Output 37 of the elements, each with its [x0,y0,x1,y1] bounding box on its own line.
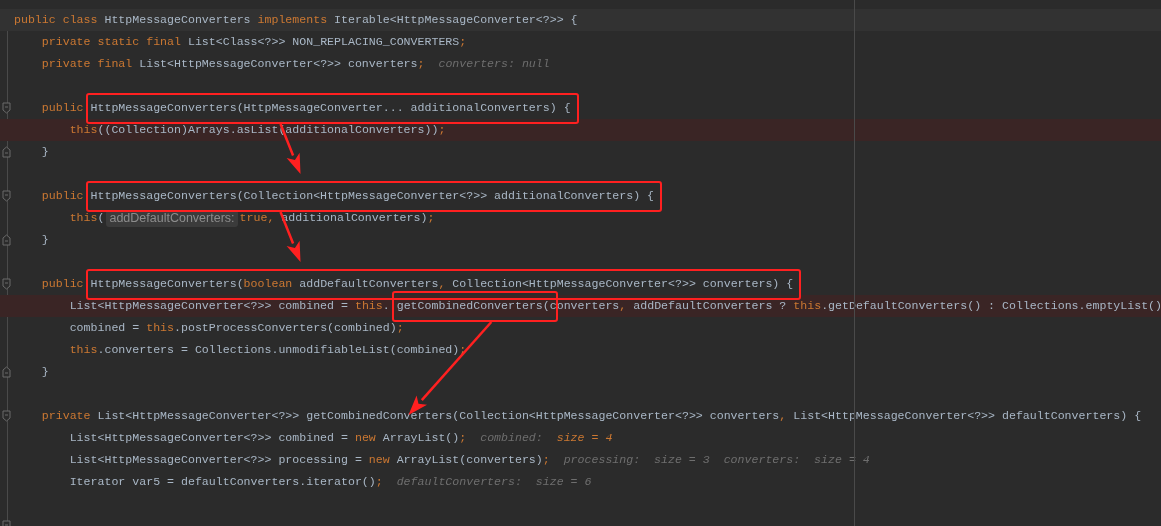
fold-marker-icon[interactable] [2,234,11,246]
code-text: (Collection<HttpMessageConverter<?>> converters, List<HttpMessageConverter<?>> defaultConverters) { [452,408,1142,424]
code-text: } [41,232,49,248]
fold-marker-icon[interactable] [2,102,11,114]
code-text: private List<HttpMessageConverter<?>> [41,408,301,424]
code-text: List<HttpMessageConverter<?>> processing = new ArrayList(converters); [69,452,550,468]
debug-value-hint: processing: [563,452,641,468]
code-text: this( [69,210,105,226]
code-text: } [41,364,49,380]
fold-marker-icon[interactable] [2,190,11,202]
code-text: HttpMessageConverters(Collection<HttpMessageConverter<?>> additionalConverters) { [90,189,655,202]
code-text: public class HttpMessageConverters implements Iterable<HttpMessageConverter<?>> { [14,12,578,28]
code-text: } [41,144,49,160]
debug-value-hint: converters: [723,452,801,468]
code-text: combined = this.postProcessConverters(combined); [69,320,404,336]
code-text: getCombinedConverters [306,409,453,422]
code-text: private static final List<Class<?>> NON_REPLACING_CONVERTERS; [41,34,467,50]
code-text: private final List<HttpMessageConverter<?>> converters; [41,56,425,72]
debug-value-hint: size = 6 [535,474,592,490]
fold-marker-icon[interactable] [2,366,11,378]
code-text: getCombinedConverters( [396,299,550,312]
debug-value-hint: combined: [480,430,543,446]
code-text: List<HttpMessageConverter<?>> combined = new ArrayList(); [69,430,467,446]
code-text: Iterator var5 = defaultConverters.iterator(); [69,474,383,490]
debug-value-hint: size = 3 [654,452,710,468]
code-text: public [41,188,84,204]
fold-marker-icon[interactable] [2,410,11,422]
code-text: public [41,100,84,116]
fold-marker-icon[interactable] [2,278,11,290]
code-text: public [41,276,84,292]
debug-value-hint: size = 4 [556,430,613,446]
debug-value-hint: defaultConverters: [396,474,522,490]
code-text: List<HttpMessageConverter<?>> combined = this. [69,298,390,314]
code-text: HttpMessageConverters(boolean addDefaultConverters, Collection<HttpMessageConverter<?>> converters) { [90,277,794,290]
debug-value-hint: converters: null [438,56,550,72]
fold-marker-icon[interactable] [2,146,11,158]
code-text: HttpMessageConverters(HttpMessageConverter... additionalConverters) { [90,101,571,114]
